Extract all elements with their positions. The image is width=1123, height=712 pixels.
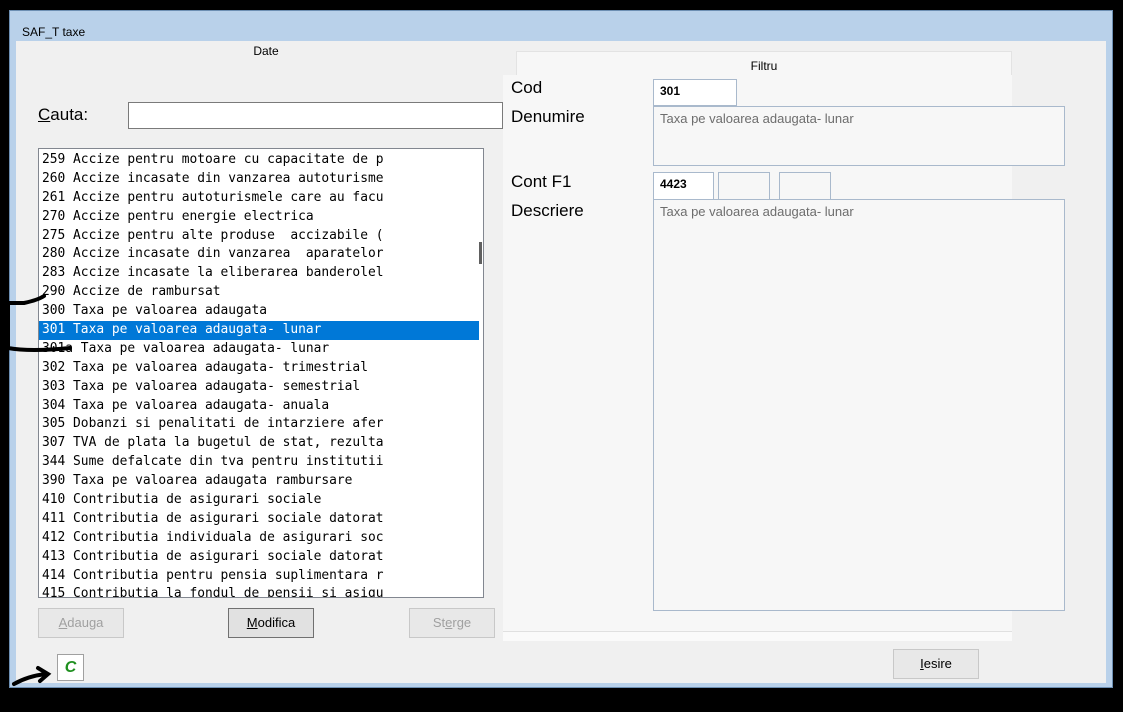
hand-drawn-annotations [0, 294, 72, 686]
